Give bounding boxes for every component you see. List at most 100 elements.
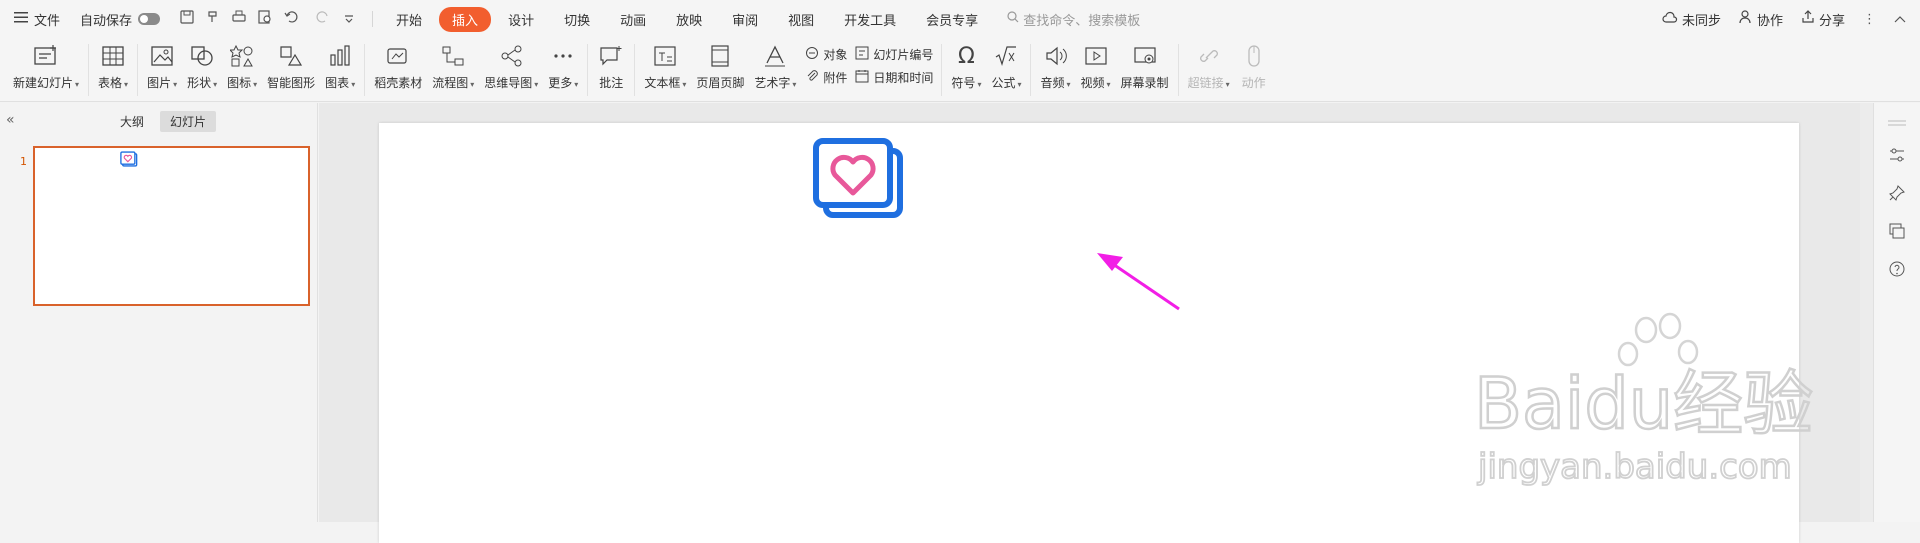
divider bbox=[137, 44, 139, 96]
collapse-ribbon-icon[interactable] bbox=[1894, 12, 1906, 27]
tab-1[interactable]: 插入 bbox=[439, 6, 492, 32]
tab-3[interactable]: 切换 bbox=[551, 7, 603, 32]
collab-label: 协作 bbox=[1756, 13, 1783, 29]
smart-graphic-button[interactable]: 智能图形 bbox=[262, 38, 320, 98]
divider bbox=[634, 44, 636, 96]
flowchart-button[interactable]: 流程图 bbox=[427, 38, 479, 98]
shape-button[interactable]: 形状 bbox=[182, 38, 222, 98]
mindmap-icon bbox=[497, 42, 525, 70]
comment-button[interactable]: 批注 bbox=[592, 38, 630, 98]
format-painter-icon[interactable] bbox=[206, 10, 220, 28]
icon-button[interactable]: 图标 bbox=[222, 38, 262, 98]
textbox-button[interactable]: 文本框 bbox=[639, 38, 691, 98]
sync-status[interactable]: 未同步 bbox=[1662, 10, 1721, 29]
share-label: 分享 bbox=[1818, 13, 1845, 29]
tab-5[interactable]: 放映 bbox=[663, 7, 715, 32]
action-button[interactable]: 动作 bbox=[1235, 38, 1273, 98]
hyperlink-label: 超链接 bbox=[1188, 74, 1230, 91]
picture-heart-icon[interactable] bbox=[812, 137, 906, 221]
calendar-icon bbox=[855, 69, 869, 86]
screen-record-button[interactable]: 屏幕录制 bbox=[1116, 38, 1174, 98]
audio-button[interactable]: 音频 bbox=[1035, 38, 1075, 98]
material-button[interactable]: 稻壳素材 bbox=[369, 38, 427, 98]
redo-icon[interactable] bbox=[314, 10, 332, 28]
print-icon[interactable] bbox=[232, 10, 246, 28]
attachment-button[interactable]: 附件 bbox=[805, 69, 847, 86]
tab-8[interactable]: 开发工具 bbox=[831, 7, 909, 32]
tab-2[interactable]: 设计 bbox=[495, 7, 547, 32]
table-button[interactable]: 表格 bbox=[93, 38, 133, 98]
divider bbox=[1030, 44, 1032, 96]
wordart-button[interactable]: 艺术字 bbox=[749, 38, 801, 98]
new-slide-label: 新建幻灯片 bbox=[13, 74, 79, 91]
chart-button[interactable]: 图表 bbox=[320, 38, 360, 98]
shape-label: 形状 bbox=[187, 74, 217, 91]
file-menu[interactable]: 文件 bbox=[0, 10, 70, 29]
wordart-icon bbox=[761, 42, 789, 70]
datetime-button[interactable]: 日期和时间 bbox=[855, 69, 933, 86]
header-footer-icon bbox=[706, 42, 734, 70]
collab-button[interactable]: 协作 bbox=[1739, 10, 1783, 29]
video-label: 视频 bbox=[1081, 74, 1111, 91]
drag-handle-icon[interactable] bbox=[1888, 111, 1906, 130]
table-label: 表格 bbox=[98, 74, 128, 91]
tab-4[interactable]: 动画 bbox=[607, 7, 659, 32]
sync-label: 未同步 bbox=[1681, 13, 1721, 29]
object-button[interactable]: 对象 bbox=[805, 46, 847, 63]
mindmap-button[interactable]: 思维导图 bbox=[479, 38, 543, 98]
hyperlink-button[interactable]: 超链接 bbox=[1183, 38, 1235, 98]
tab-7[interactable]: 视图 bbox=[775, 7, 827, 32]
tab-6[interactable]: 审阅 bbox=[719, 7, 771, 32]
title-bar: 文件 自动保存 开始 插入 设计 切换 动画 放映 审阅 视图 开发工具 会员专享 查找命令、搜索… bbox=[0, 0, 1920, 38]
divider bbox=[1177, 44, 1179, 96]
speaker-icon bbox=[1042, 42, 1070, 70]
help-icon[interactable] bbox=[1888, 260, 1906, 282]
formula-button[interactable]: 公式 bbox=[986, 38, 1026, 98]
picture-icon bbox=[148, 42, 176, 70]
formula-icon bbox=[992, 42, 1020, 70]
print-preview-icon[interactable] bbox=[258, 10, 272, 28]
slide-number-button[interactable]: 幻灯片编号 bbox=[855, 46, 933, 63]
user-icon bbox=[1739, 10, 1753, 28]
picture-button[interactable]: 图片 bbox=[142, 38, 182, 98]
video-button[interactable]: 视频 bbox=[1076, 38, 1116, 98]
vertical-scrollbar[interactable] bbox=[1860, 103, 1873, 522]
symbol-button[interactable]: Ω 符号 bbox=[946, 38, 986, 98]
collapse-panel-icon[interactable]: « bbox=[6, 112, 15, 128]
shape-icon bbox=[188, 42, 216, 70]
autosave-label: 自动保存 bbox=[80, 13, 133, 29]
object-icon bbox=[805, 46, 819, 63]
editing-canvas[interactable] bbox=[319, 103, 1860, 543]
more-options-icon[interactable]: ⋮ bbox=[1863, 12, 1876, 27]
video-icon bbox=[1082, 42, 1110, 70]
table-icon bbox=[99, 42, 127, 70]
undo-icon[interactable] bbox=[284, 10, 302, 28]
save-icon[interactable] bbox=[180, 10, 194, 28]
slide-thumbnail[interactable] bbox=[33, 146, 310, 306]
divider bbox=[941, 44, 943, 96]
magic-pin-icon[interactable] bbox=[1888, 184, 1906, 206]
tab-0[interactable]: 开始 bbox=[383, 7, 435, 32]
share-button[interactable]: 分享 bbox=[1801, 10, 1845, 29]
tab-slides[interactable]: 幻灯片 bbox=[160, 110, 217, 132]
customize-icon[interactable] bbox=[344, 12, 354, 27]
copy-slide-icon[interactable] bbox=[1888, 222, 1906, 244]
slide-number-icon bbox=[855, 46, 869, 63]
action-label: 动作 bbox=[1241, 76, 1266, 90]
tab-9[interactable]: 会员专享 bbox=[913, 7, 991, 32]
header-footer-button[interactable]: 页眉页脚 bbox=[691, 38, 749, 98]
screen-record-label: 屏幕录制 bbox=[1120, 76, 1169, 90]
screen-record-icon bbox=[1131, 42, 1159, 70]
command-search[interactable]: 查找命令、搜索模板 bbox=[1007, 10, 1140, 29]
toggle-switch[interactable] bbox=[138, 13, 161, 25]
textbox-label: 文本框 bbox=[644, 74, 686, 91]
audio-label: 音频 bbox=[1040, 74, 1070, 91]
slide[interactable] bbox=[379, 123, 1799, 543]
new-slide-button[interactable]: 新建幻灯片 bbox=[8, 38, 84, 98]
adjust-icon[interactable] bbox=[1888, 146, 1906, 168]
tab-outline[interactable]: 大纲 bbox=[110, 111, 154, 132]
autosave-toggle[interactable]: 自动保存 bbox=[70, 10, 170, 29]
more-button[interactable]: 更多 bbox=[543, 38, 583, 98]
more-label: 更多 bbox=[548, 74, 578, 91]
divider bbox=[88, 44, 90, 96]
